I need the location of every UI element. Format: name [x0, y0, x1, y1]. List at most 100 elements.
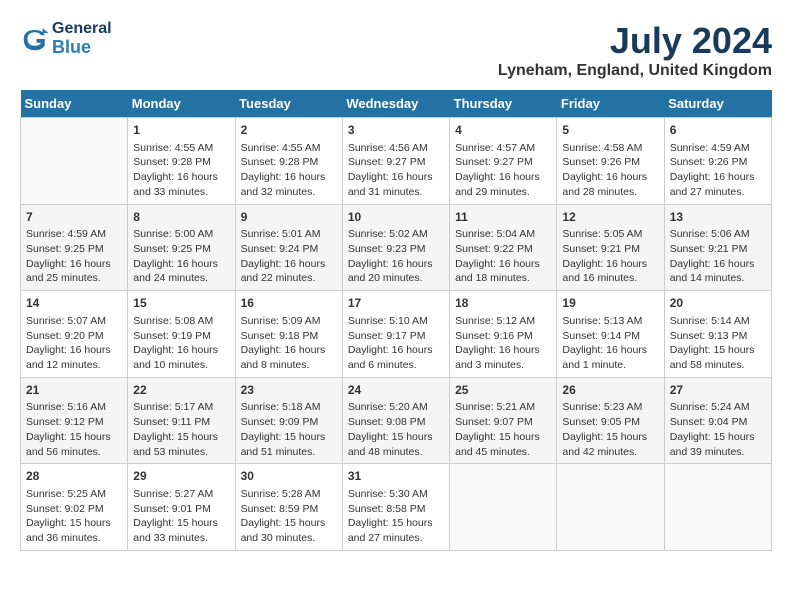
calendar-cell: 28Sunrise: 5:25 AMSunset: 9:02 PMDayligh… — [21, 464, 128, 551]
day-number: 22 — [133, 382, 229, 399]
calendar-cell: 26Sunrise: 5:23 AMSunset: 9:05 PMDayligh… — [557, 377, 664, 464]
calendar-table: SundayMondayTuesdayWednesdayThursdayFrid… — [20, 90, 772, 551]
cell-content: Sunset: 9:28 PM — [133, 155, 229, 170]
calendar-cell: 25Sunrise: 5:21 AMSunset: 9:07 PMDayligh… — [450, 377, 557, 464]
day-number: 21 — [26, 382, 122, 399]
cell-content: Daylight: 16 hours and 18 minutes. — [455, 257, 551, 286]
cell-content: Daylight: 16 hours and 8 minutes. — [241, 343, 337, 372]
cell-content: Sunrise: 5:18 AM — [241, 400, 337, 415]
day-number: 31 — [348, 468, 444, 485]
cell-content: Daylight: 16 hours and 6 minutes. — [348, 343, 444, 372]
calendar-cell: 13Sunrise: 5:06 AMSunset: 9:21 PMDayligh… — [664, 204, 771, 291]
cell-content: Daylight: 15 hours and 45 minutes. — [455, 430, 551, 459]
cell-content: Sunset: 9:23 PM — [348, 242, 444, 257]
cell-content: Sunset: 9:24 PM — [241, 242, 337, 257]
day-header-friday: Friday — [557, 90, 664, 118]
cell-content: Sunrise: 5:17 AM — [133, 400, 229, 415]
day-number: 20 — [670, 295, 766, 312]
calendar-cell: 29Sunrise: 5:27 AMSunset: 9:01 PMDayligh… — [128, 464, 235, 551]
day-number: 29 — [133, 468, 229, 485]
cell-content: Sunset: 8:59 PM — [241, 502, 337, 517]
cell-content: Sunset: 9:12 PM — [26, 415, 122, 430]
cell-content: Sunrise: 5:27 AM — [133, 487, 229, 502]
cell-content: Sunset: 9:09 PM — [241, 415, 337, 430]
cell-content: Daylight: 16 hours and 32 minutes. — [241, 170, 337, 199]
cell-content: Daylight: 16 hours and 27 minutes. — [670, 170, 766, 199]
cell-content: Sunrise: 5:10 AM — [348, 314, 444, 329]
calendar-header: SundayMondayTuesdayWednesdayThursdayFrid… — [21, 90, 772, 118]
calendar-cell: 15Sunrise: 5:08 AMSunset: 9:19 PMDayligh… — [128, 291, 235, 378]
calendar-cell: 11Sunrise: 5:04 AMSunset: 9:22 PMDayligh… — [450, 204, 557, 291]
cell-content: Daylight: 16 hours and 20 minutes. — [348, 257, 444, 286]
cell-content: Sunset: 9:11 PM — [133, 415, 229, 430]
week-row-5: 28 Sunrise: 5:25 AMSunset: 9:02 PM Dayligh… — [21, 464, 772, 551]
calendar-cell: 1Sunrise: 4:55 AMSunset: 9:28 PMDaylight… — [128, 118, 235, 205]
cell-content: Daylight: 15 hours and 42 minutes. — [562, 430, 658, 459]
calendar-cell: 7Sunrise: 4:59 AMSunset: 9:25 PMDaylight… — [21, 204, 128, 291]
cell-content: Sunrise: 5:04 AM — [455, 227, 551, 242]
cell-content: Sunset: 9:28 PM — [241, 155, 337, 170]
cell-content: Sunset: 9:20 PM — [26, 329, 122, 344]
cell-content: Sunrise: 4:57 AM — [455, 141, 551, 156]
day-number: 18 — [455, 295, 551, 312]
header-row: SundayMondayTuesdayWednesdayThursdayFrid… — [21, 90, 772, 118]
logo: General Blue — [20, 20, 112, 57]
cell-content: Sunset: 9:01 PM — [133, 502, 229, 517]
day-number: 8 — [133, 209, 229, 226]
day-number: 2 — [241, 122, 337, 139]
cell-content: Sunset: 9:05 PM — [562, 415, 658, 430]
calendar-cell: 19Sunrise: 5:13 AMSunset: 9:14 PMDayligh… — [557, 291, 664, 378]
cell-content: Sunset: 9:02 PM — [26, 502, 122, 517]
calendar-cell: 17Sunrise: 5:10 AMSunset: 9:17 PMDayligh… — [342, 291, 449, 378]
cell-content: Sunset: 8:58 PM — [348, 502, 444, 517]
day-number: 10 — [348, 209, 444, 226]
day-number: 15 — [133, 295, 229, 312]
day-number: 28 — [26, 468, 122, 485]
day-number: 19 — [562, 295, 658, 312]
location: Lyneham, England, United Kingdom — [498, 62, 772, 80]
cell-content: Sunrise: 5:14 AM — [670, 314, 766, 329]
cell-content: Sunrise: 4:59 AM — [670, 141, 766, 156]
cell-content: Daylight: 15 hours and 51 minutes. — [241, 430, 337, 459]
cell-content: Sunset: 9:04 PM — [670, 415, 766, 430]
week-row-2: 7Sunrise: 4:59 AMSunset: 9:25 PMDaylight… — [21, 204, 772, 291]
cell-content: Daylight: 16 hours and 3 minutes. — [455, 343, 551, 372]
cell-content: Sunset: 9:08 PM — [348, 415, 444, 430]
logo-text: General Blue — [52, 20, 112, 57]
cell-content: Sunrise: 5:08 AM — [133, 314, 229, 329]
cell-content: Sunrise: 5:20 AM — [348, 400, 444, 415]
cell-content: Sunset: 9:26 PM — [562, 155, 658, 170]
day-number: 16 — [241, 295, 337, 312]
cell-content: Daylight: 16 hours and 29 minutes. — [455, 170, 551, 199]
day-number: 13 — [670, 209, 766, 226]
cell-content: Sunset: 9:13 PM — [670, 329, 766, 344]
cell-content: Sunrise: 5:13 AM — [562, 314, 658, 329]
calendar-cell — [664, 464, 771, 551]
cell-content: Sunset: 9:21 PM — [562, 242, 658, 257]
cell-content: Sunrise: 4:55 AM — [241, 141, 337, 156]
cell-content: Sunset: 9:25 PM — [133, 242, 229, 257]
page-header: General Blue July 2024 Lyneham, England,… — [20, 20, 772, 80]
calendar-cell: 30Sunrise: 5:28 AMSunset: 8:59 PMDayligh… — [235, 464, 342, 551]
calendar-cell: 9Sunrise: 5:01 AMSunset: 9:24 PMDaylight… — [235, 204, 342, 291]
cell-content: Sunset: 9:22 PM — [455, 242, 551, 257]
cell-content: Sunrise: 5:30 AM — [348, 487, 444, 502]
cell-content: Daylight: 15 hours and 27 minutes. — [348, 516, 444, 545]
day-number: 9 — [241, 209, 337, 226]
cell-content: Sunrise: 5:25 AM — [26, 487, 122, 502]
week-row-1: 1Sunrise: 4:55 AMSunset: 9:28 PMDaylight… — [21, 118, 772, 205]
cell-content: Daylight: 15 hours and 30 minutes. — [241, 516, 337, 545]
cell-content: Sunrise: 5:28 AM — [241, 487, 337, 502]
day-number: 6 — [670, 122, 766, 139]
title-area: July 2024 Lyneham, England, United Kingd… — [498, 20, 772, 80]
calendar-cell: 4Sunrise: 4:57 AMSunset: 9:27 PMDaylight… — [450, 118, 557, 205]
cell-content: Sunset: 9:16 PM — [455, 329, 551, 344]
week-row-4: 21Sunrise: 5:16 AMSunset: 9:12 PMDayligh… — [21, 377, 772, 464]
calendar-cell: 6Sunrise: 4:59 AMSunset: 9:26 PMDaylight… — [664, 118, 771, 205]
cell-content: Sunrise: 5:01 AM — [241, 227, 337, 242]
calendar-cell: 16Sunrise: 5:09 AMSunset: 9:18 PMDayligh… — [235, 291, 342, 378]
calendar-cell: 31 Sunrise: 5:30 AMSunset: 8:58 PMDayligh… — [342, 464, 449, 551]
calendar-cell: 2 Sunrise: 4:55 AMSunset: 9:28 PMDaylight… — [235, 118, 342, 205]
cell-content: Sunset: 9:18 PM — [241, 329, 337, 344]
calendar-cell: 27Sunrise: 5:24 AMSunset: 9:04 PMDayligh… — [664, 377, 771, 464]
